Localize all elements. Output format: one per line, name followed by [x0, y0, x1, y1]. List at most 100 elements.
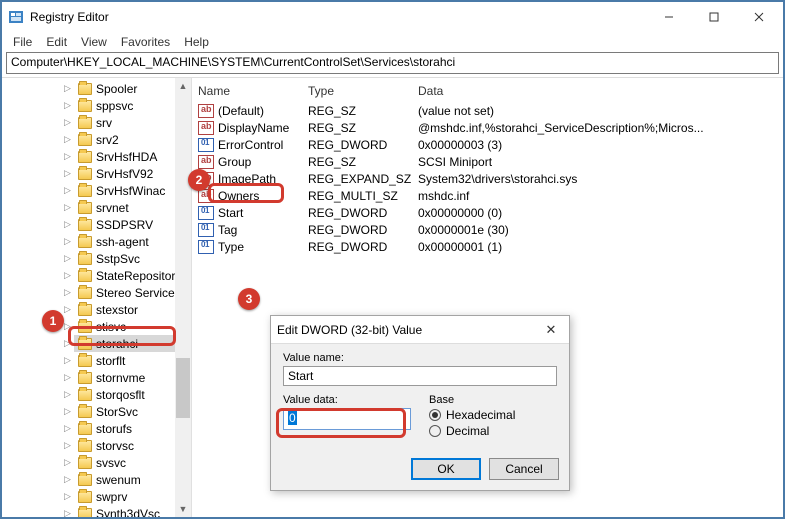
chevron-right-icon[interactable]: ▷ — [64, 423, 71, 434]
annotation-box-3 — [276, 408, 406, 438]
menu-help[interactable]: Help — [177, 33, 216, 51]
chevron-right-icon[interactable]: ▷ — [64, 270, 71, 281]
chevron-right-icon[interactable]: ▷ — [64, 474, 71, 485]
chevron-right-icon[interactable]: ▷ — [64, 406, 71, 417]
chevron-right-icon[interactable]: ▷ — [64, 508, 71, 517]
tree-item-ssh-agent[interactable]: ▷ssh-agent — [2, 233, 191, 250]
menu-file[interactable]: File — [6, 33, 39, 51]
chevron-right-icon[interactable]: ▷ — [64, 185, 71, 196]
close-button[interactable] — [736, 3, 781, 31]
list-row[interactable]: StartREG_DWORD0x00000000 (0) — [198, 204, 777, 221]
chevron-right-icon[interactable]: ▷ — [64, 202, 71, 213]
tree-item-label: srv — [96, 116, 112, 130]
tree-item-srvnet[interactable]: ▷srvnet — [2, 199, 191, 216]
tree-item-storvsc[interactable]: ▷ storvsc — [2, 437, 191, 454]
tree-item-srvhsfv92[interactable]: ▷SrvHsfV92 — [2, 165, 191, 182]
base-label: Base — [429, 394, 557, 406]
value-name: Start — [218, 206, 308, 220]
chevron-right-icon[interactable]: ▷ — [64, 117, 71, 128]
cancel-button[interactable]: Cancel — [489, 458, 559, 480]
address-bar[interactable]: Computer\HKEY_LOCAL_MACHINE\SYSTEM\Curre… — [6, 52, 779, 74]
folder-icon — [78, 134, 92, 146]
tree-item-storufs[interactable]: ▷storufs — [2, 420, 191, 437]
tree-item-sstpsvc[interactable]: ▷SstpSvc — [2, 250, 191, 267]
tree-scrollbar[interactable]: ▲ ▼ — [175, 78, 191, 517]
list-row[interactable]: (Default)REG_SZ(value not set) — [198, 102, 777, 119]
maximize-button[interactable] — [691, 3, 736, 31]
string-value-icon — [198, 121, 214, 135]
string-value-icon — [198, 155, 214, 169]
value-name-label: Value name: — [283, 352, 557, 364]
tree-item-stereo service[interactable]: ▷Stereo Service — [2, 284, 191, 301]
chevron-right-icon[interactable]: ▷ — [64, 83, 71, 94]
minimize-button[interactable] — [646, 3, 691, 31]
chevron-right-icon[interactable]: ▷ — [64, 457, 71, 468]
list-row[interactable]: GroupREG_SZSCSI Miniport — [198, 153, 777, 170]
chevron-right-icon[interactable]: ▷ — [64, 440, 71, 451]
scroll-down-icon[interactable]: ▼ — [175, 501, 191, 517]
list-row[interactable]: ImagePathREG_EXPAND_SZSystem32\drivers\s… — [198, 170, 777, 187]
tree-item-srvhsfwinac[interactable]: ▷SrvHsfWinac — [2, 182, 191, 199]
edit-dword-dialog: Edit DWORD (32-bit) Value ✕ Value name: … — [270, 315, 570, 491]
tree-item-swenum[interactable]: ▷swenum — [2, 471, 191, 488]
chevron-right-icon[interactable]: ▷ — [64, 134, 71, 145]
col-type[interactable]: Type — [308, 84, 418, 98]
chevron-right-icon[interactable]: ▷ — [64, 491, 71, 502]
ok-button[interactable]: OK — [411, 458, 481, 480]
value-data: 0x0000001e (30) — [418, 223, 777, 237]
folder-icon — [78, 151, 92, 163]
scroll-thumb[interactable] — [176, 358, 190, 418]
tree-item-synth3dvsc[interactable]: ▷Synth3dVsc — [2, 505, 191, 517]
list-row[interactable]: TagREG_DWORD0x0000001e (30) — [198, 221, 777, 238]
list-row[interactable]: ErrorControlREG_DWORD0x00000003 (3) — [198, 136, 777, 153]
tree-item-srvhsfhda[interactable]: ▷SrvHsfHDA — [2, 148, 191, 165]
chevron-right-icon[interactable]: ▷ — [64, 219, 71, 230]
radio-hex[interactable]: Hexadecimal — [429, 408, 557, 422]
list-row[interactable]: OwnersREG_MULTI_SZmshdc.inf — [198, 187, 777, 204]
tree-item-stornvme[interactable]: ▷stornvme — [2, 369, 191, 386]
folder-icon — [78, 491, 92, 503]
list-row[interactable]: DisplayNameREG_SZ@mshdc.inf,%storahci_Se… — [198, 119, 777, 136]
tree-item-storflt[interactable]: ▷storflt — [2, 352, 191, 369]
tree-item-sppsvc[interactable]: ▷sppsvc — [2, 97, 191, 114]
value-name: ErrorControl — [218, 138, 308, 152]
radio-dec[interactable]: Decimal — [429, 424, 557, 438]
chevron-right-icon[interactable]: ▷ — [64, 372, 71, 383]
chevron-right-icon[interactable]: ▷ — [64, 253, 71, 264]
chevron-right-icon[interactable]: ▷ — [64, 389, 71, 400]
menu-edit[interactable]: Edit — [39, 33, 74, 51]
tree-item-label: storvsc — [96, 439, 134, 453]
col-name[interactable]: Name — [198, 84, 308, 98]
chevron-right-icon[interactable]: ▷ — [64, 355, 71, 366]
chevron-right-icon[interactable]: ▷ — [64, 151, 71, 162]
tree-item-storqosflt[interactable]: ▷storqosflt — [2, 386, 191, 403]
value-type: REG_DWORD — [308, 138, 418, 152]
dialog-title-bar[interactable]: Edit DWORD (32-bit) Value ✕ — [271, 316, 569, 344]
tree-item-swprv[interactable]: ▷swprv — [2, 488, 191, 505]
tree-item-label: StorSvc — [96, 405, 138, 419]
menu-view[interactable]: View — [74, 33, 114, 51]
tree-item-stexstor[interactable]: ▷stexstor — [2, 301, 191, 318]
chevron-right-icon[interactable]: ▷ — [64, 236, 71, 247]
folder-icon — [78, 355, 92, 367]
chevron-right-icon[interactable]: ▷ — [64, 100, 71, 111]
chevron-right-icon[interactable]: ▷ — [64, 168, 71, 179]
list-header[interactable]: Name Type Data — [198, 80, 777, 102]
col-data[interactable]: Data — [418, 84, 777, 98]
folder-icon — [78, 270, 92, 282]
chevron-right-icon[interactable]: ▷ — [64, 304, 71, 315]
scroll-up-icon[interactable]: ▲ — [175, 78, 191, 94]
tree-item-srv2[interactable]: ▷srv2 — [2, 131, 191, 148]
tree-item-storsvc[interactable]: ▷ StorSvc — [2, 403, 191, 420]
dialog-close-button[interactable]: ✕ — [539, 322, 563, 338]
menu-favorites[interactable]: Favorites — [114, 33, 177, 51]
chevron-right-icon[interactable]: ▷ — [64, 287, 71, 298]
tree-item-ssdpsrv[interactable]: ▷SSDPSRV — [2, 216, 191, 233]
value-name-field[interactable]: Start — [283, 366, 557, 386]
tree-item-spooler[interactable]: ▷Spooler — [2, 80, 191, 97]
tree-item-srv[interactable]: ▷ srv — [2, 114, 191, 131]
tree-item-staterepositor[interactable]: ▷StateRepositor — [2, 267, 191, 284]
value-data: SCSI Miniport — [418, 155, 777, 169]
list-row[interactable]: TypeREG_DWORD0x00000001 (1) — [198, 238, 777, 255]
tree-item-svsvc[interactable]: ▷svsvc — [2, 454, 191, 471]
